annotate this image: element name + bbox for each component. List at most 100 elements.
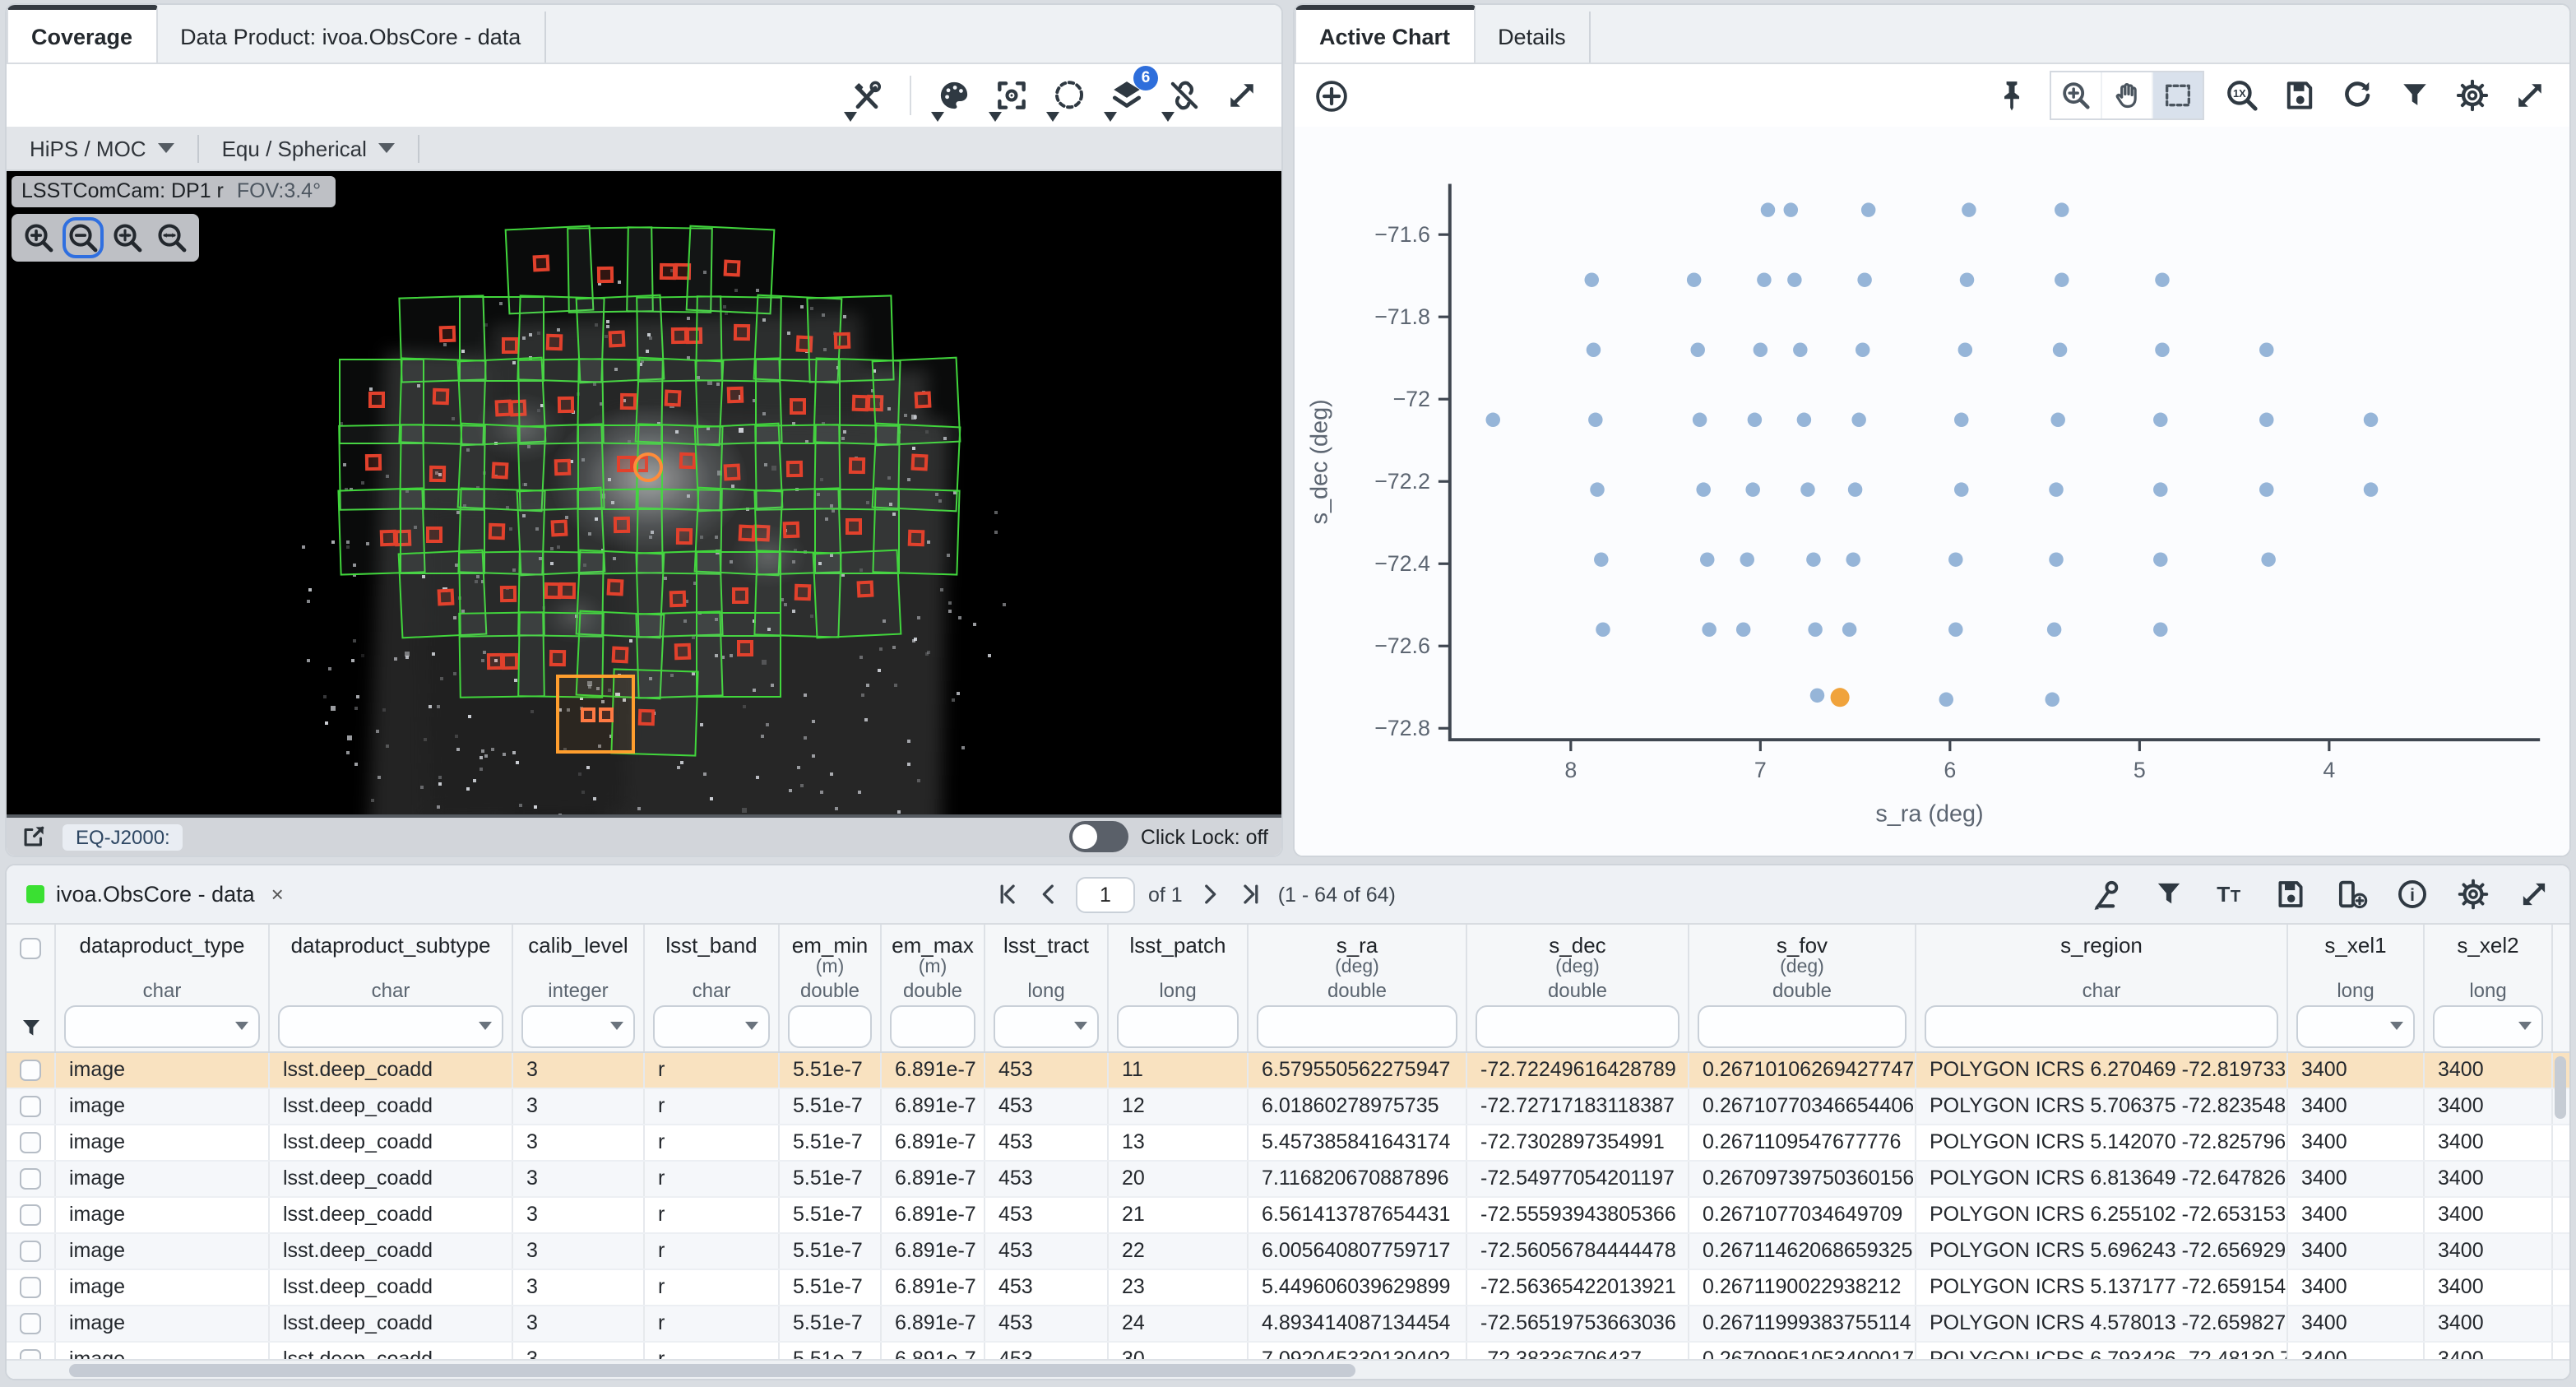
hips-moc-dropdown[interactable]: HiPS / MOC [7, 127, 197, 169]
pin-icon[interactable] [1992, 76, 2032, 115]
row-checkbox[interactable] [20, 1096, 41, 1117]
next-page-button[interactable] [1196, 880, 1224, 908]
filter-icon[interactable] [2148, 874, 2188, 914]
select-all-checkbox[interactable] [20, 938, 41, 959]
column-filter-input[interactable] [890, 1005, 975, 1048]
hand-mode-button[interactable] [2102, 72, 2152, 118]
previous-page-button[interactable] [1035, 880, 1063, 908]
select-region-icon[interactable] [1049, 76, 1089, 115]
magnify-plus-button[interactable] [18, 217, 59, 258]
column-filter-input[interactable] [521, 1005, 635, 1048]
external-link-icon[interactable] [20, 823, 48, 851]
filter-icon[interactable] [2395, 76, 2435, 115]
column-header-em_max[interactable]: em_max (m) double [882, 925, 985, 1051]
settings-icon[interactable] [2453, 76, 2492, 115]
column-header-s_region[interactable]: s_region char [1916, 925, 2288, 1051]
table-row[interactable]: imagelsst.deep_coadd3r5.51e-76.891e-7453… [7, 1089, 2569, 1125]
column-header-s_fov[interactable]: s_fov (deg) double [1689, 925, 1916, 1051]
info-icon[interactable]: i [2392, 874, 2431, 914]
magnify-1x-icon[interactable]: 1X [2222, 76, 2262, 115]
expand-icon[interactable] [1222, 76, 1262, 115]
layers-icon[interactable]: 6 [1107, 76, 1147, 115]
column-filter-input[interactable] [653, 1005, 770, 1048]
column-header-s_ra[interactable]: s_ra (deg) double [1249, 925, 1467, 1051]
row-checkbox[interactable] [20, 1313, 41, 1334]
column-filter-input[interactable] [2296, 1005, 2415, 1048]
column-header-s_xel1[interactable]: s_xel1 long [2288, 925, 2425, 1051]
column-filter-input[interactable] [1925, 1005, 2278, 1048]
column-header-lsst_band[interactable]: lsst_band char [645, 925, 780, 1051]
expand-icon[interactable] [2513, 874, 2553, 914]
first-page-button[interactable] [994, 880, 1022, 908]
column-filter-input[interactable] [788, 1005, 872, 1048]
column-header-lsst_patch[interactable]: lsst_patch long [1109, 925, 1249, 1051]
magnify-fit-button[interactable] [107, 217, 148, 258]
horizontal-scrollbar[interactable] [7, 1359, 2569, 1379]
cell-s_xel2: 3400 [2425, 1306, 2553, 1341]
magnify-minus-button[interactable] [63, 217, 104, 258]
column-filter-input[interactable] [278, 1005, 503, 1048]
column-header-dataproduct_type[interactable]: dataproduct_type char [56, 925, 270, 1051]
table-row[interactable]: imagelsst.deep_coadd3r5.51e-76.891e-7453… [7, 1053, 2569, 1089]
projection-dropdown[interactable]: Equ / Spherical [199, 127, 418, 169]
chart-tab-0[interactable]: Active Chart [1295, 5, 1475, 63]
column-header-s_dec[interactable]: s_dec (deg) double [1467, 925, 1689, 1051]
column-filter-input[interactable] [1698, 1005, 1907, 1048]
add-chart-button[interactable] [1311, 76, 1351, 115]
table-tab[interactable]: ivoa.ObsCore - data × [7, 882, 303, 907]
filter-row-icon[interactable] [17, 1015, 44, 1041]
add-column-icon[interactable] [2331, 874, 2370, 914]
row-checkbox[interactable] [20, 1168, 41, 1190]
row-checkbox[interactable] [20, 1204, 41, 1226]
coverage-tab-0[interactable]: Coverage [7, 5, 157, 63]
table-row[interactable]: imagelsst.deep_coadd3r5.51e-76.891e-7453… [7, 1234, 2569, 1270]
table-row[interactable]: imagelsst.deep_coadd3r5.51e-76.891e-7453… [7, 1162, 2569, 1198]
settings-icon[interactable] [2453, 874, 2492, 914]
magnify-plus-mode-button[interactable] [2051, 72, 2101, 118]
last-page-button[interactable] [1237, 880, 1265, 908]
coverage-tab-1[interactable]: Data Product: ivoa.ObsCore - data [157, 12, 545, 63]
table-row[interactable]: imagelsst.deep_coadd3r5.51e-76.891e-7453… [7, 1270, 2569, 1306]
recenter-icon[interactable] [992, 76, 1031, 115]
tools-icon[interactable] [847, 76, 887, 115]
inspect-icon[interactable] [2087, 874, 2127, 914]
column-header-lsst_tract[interactable]: lsst_tract long [985, 925, 1109, 1051]
table-row[interactable]: imagelsst.deep_coadd3r5.51e-76.891e-7453… [7, 1306, 2569, 1343]
column-header-calib_level[interactable]: calib_level integer [513, 925, 645, 1051]
column-filter-input[interactable] [1117, 1005, 1239, 1048]
table-row[interactable]: imagelsst.deep_coadd3r5.51e-76.891e-7453… [7, 1343, 2569, 1361]
column-filter-input[interactable] [994, 1005, 1099, 1048]
column-filter-input[interactable] [1476, 1005, 1679, 1048]
vertical-scrollbar-thumb[interactable] [2555, 1056, 2566, 1119]
page-number-input[interactable]: 1 [1076, 876, 1135, 912]
scatter-chart[interactable]: 87654−71.6−71.8−72−72.2−72.4−72.6−72.8s_… [1295, 127, 2569, 856]
save-icon[interactable] [2280, 76, 2319, 115]
column-filter-input[interactable] [1257, 1005, 1457, 1048]
vertical-scrollbar[interactable] [2555, 1053, 2566, 1361]
save-icon[interactable] [2270, 874, 2310, 914]
column-filter-input[interactable] [64, 1005, 260, 1048]
row-checkbox[interactable] [20, 1060, 41, 1081]
table-row[interactable]: imagelsst.deep_coadd3r5.51e-76.891e-7453… [7, 1125, 2569, 1162]
expand-icon[interactable] [2510, 76, 2550, 115]
palette-icon[interactable] [934, 76, 974, 115]
magnify-fill-button[interactable] [151, 217, 192, 258]
select-rect-mode-button[interactable] [2153, 72, 2203, 118]
column-header-dataproduct_subtype[interactable]: dataproduct_subtype char [270, 925, 513, 1051]
refresh-icon[interactable] [2337, 76, 2377, 115]
column-filter-input[interactable] [2433, 1005, 2543, 1048]
row-checkbox[interactable] [20, 1132, 41, 1153]
row-checkbox[interactable] [20, 1241, 41, 1262]
horizontal-scrollbar-thumb[interactable] [69, 1364, 1355, 1377]
column-header-em_min[interactable]: em_min (m) double [780, 925, 882, 1051]
row-checkbox[interactable] [20, 1277, 41, 1298]
click-lock-toggle[interactable] [1070, 821, 1129, 852]
text-view-icon[interactable]: TT [2209, 874, 2249, 914]
table-row[interactable]: imagelsst.deep_coadd3r5.51e-76.891e-7453… [7, 1198, 2569, 1234]
sky-coverage-view[interactable]: LSSTComCam: DP1 r FOV:3.4° [7, 171, 1281, 814]
selected-coverage-tile[interactable] [556, 675, 635, 754]
close-icon[interactable]: × [271, 882, 284, 907]
column-header-s_xel2[interactable]: s_xel2 long [2425, 925, 2553, 1051]
chart-tab-1[interactable]: Details [1475, 12, 1591, 63]
unlink-icon[interactable] [1165, 76, 1204, 115]
